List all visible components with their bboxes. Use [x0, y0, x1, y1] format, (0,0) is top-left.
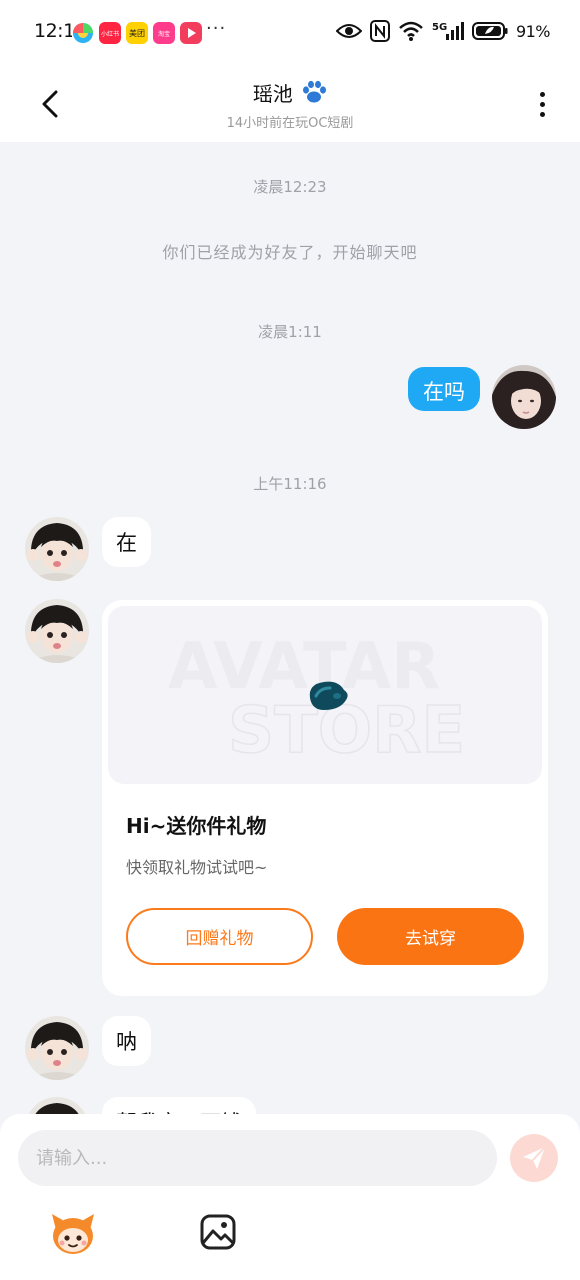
- timestamp: 上午11:16: [253, 475, 327, 493]
- friend-avatar[interactable]: [25, 599, 89, 663]
- video-app-icon: [180, 22, 202, 44]
- header-title-block: 瑶池 14小时前在玩OC短剧: [0, 78, 580, 131]
- online-status: 14小时前在玩OC短剧: [226, 116, 354, 131]
- friend-avatar[interactable]: [25, 1016, 89, 1080]
- image-icon: [200, 1214, 236, 1250]
- svg-text:5G: 5G: [432, 22, 447, 33]
- status-right: 5G 91%: [335, 20, 551, 42]
- shopping-app-icon: 淘宝: [153, 22, 175, 44]
- send-icon: [523, 1146, 546, 1169]
- contact-name: 瑶池: [252, 82, 293, 106]
- battery-percent: 91%: [515, 21, 551, 41]
- qq-browser-icon: [72, 22, 94, 44]
- friend-avatar[interactable]: [25, 517, 89, 581]
- gift-item-icon: [309, 681, 348, 710]
- timestamp: 凌晨12:23: [253, 178, 327, 196]
- more-dot: [539, 91, 545, 97]
- wifi-icon: [399, 21, 423, 41]
- more-notifications-indicator: ···: [206, 18, 227, 39]
- battery-icon: [471, 22, 508, 40]
- xiaohongshu-icon: 小红书: [99, 22, 121, 44]
- signal-5g-icon: 5G: [432, 22, 464, 40]
- more-dot: [539, 111, 545, 117]
- chat-header: 瑶池 14小时前在玩OC短剧: [0, 66, 580, 142]
- friend-message-bubble[interactable]: 呐: [102, 1016, 151, 1066]
- status-app-icons: 小红书 美团 淘宝: [72, 22, 202, 44]
- page-title: 瑶池: [0, 78, 580, 107]
- nfc-icon: [369, 20, 390, 42]
- mascot-icon: [52, 1214, 94, 1254]
- friend-added-notice: 你们已经成为好友了，开始聊天吧: [162, 243, 418, 262]
- gift-card[interactable]: AVATAR STORE Hi~送你件礼物 快领取礼物试试吧~ 回赠礼物 去试穿: [102, 600, 548, 996]
- gift-card-title: Hi~送你件礼物: [126, 814, 267, 838]
- more-dot: [539, 101, 545, 107]
- friend-message-bubble[interactable]: 在: [102, 517, 151, 567]
- mascot-emoji-button[interactable]: [48, 1208, 98, 1258]
- my-message-bubble[interactable]: 在吗: [408, 367, 480, 411]
- gift-banner: AVATAR STORE: [108, 606, 542, 784]
- send-button[interactable]: [510, 1134, 558, 1182]
- image-picker-button[interactable]: [199, 1213, 237, 1251]
- timestamp: 凌晨1:11: [258, 323, 322, 341]
- more-options-button[interactable]: [526, 86, 558, 122]
- status-bar: 12:12 小红书 美团 淘宝 ··· 5G 91%: [0, 0, 580, 66]
- meituan-icon: 美团: [126, 22, 148, 44]
- gift-card-description: 快领取礼物试试吧~: [126, 858, 268, 877]
- try-on-button[interactable]: 去试穿: [337, 908, 524, 965]
- return-gift-button[interactable]: 回赠礼物: [126, 908, 313, 965]
- my-avatar[interactable]: [492, 365, 556, 429]
- message-input[interactable]: [18, 1130, 497, 1186]
- eye-icon: [335, 24, 362, 38]
- input-panel: [0, 1114, 580, 1280]
- paw-icon: [303, 80, 327, 103]
